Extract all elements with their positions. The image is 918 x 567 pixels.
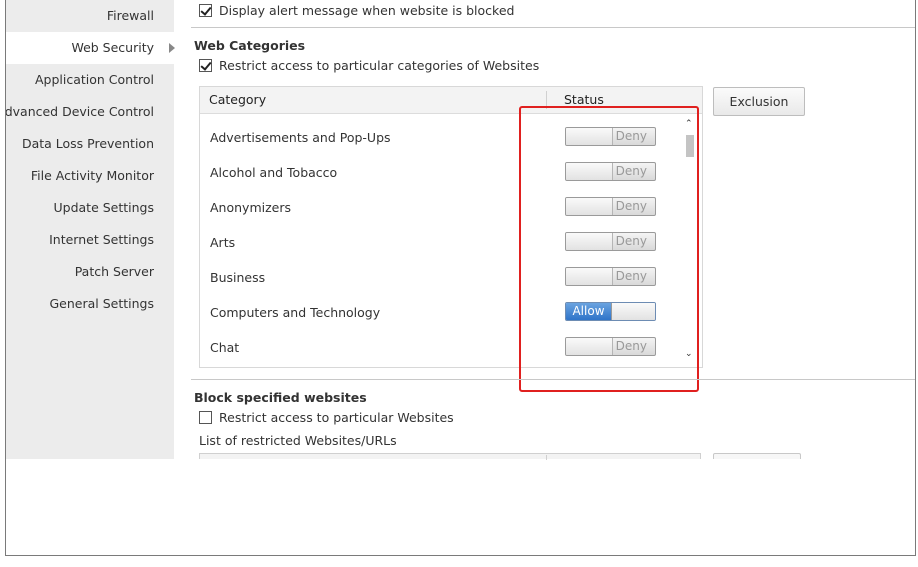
column-header-category: Category bbox=[209, 92, 267, 107]
restrict-categories-checkbox[interactable] bbox=[199, 59, 212, 72]
category-name: Business bbox=[210, 270, 266, 285]
chevron-right-icon bbox=[169, 43, 175, 53]
restrict-websites-label: Restrict access to particular Websites bbox=[219, 410, 454, 425]
restrict-categories-label: Restrict access to particular categories… bbox=[219, 58, 540, 73]
alert-message-checkbox[interactable] bbox=[199, 4, 212, 17]
divider bbox=[191, 379, 915, 380]
category-name: Anonymizers bbox=[210, 200, 291, 215]
sidebar-item-patch-server[interactable]: Patch Server bbox=[75, 256, 154, 288]
checkmark-icon bbox=[200, 4, 212, 16]
exclusion-button[interactable]: Exclusion bbox=[713, 87, 805, 116]
alert-message-label: Display alert message when website is bl… bbox=[219, 3, 515, 18]
restricted-websites-table bbox=[199, 453, 701, 460]
add-website-button[interactable] bbox=[713, 453, 801, 459]
sidebar: Firewall Web Security Application Contro… bbox=[6, 0, 175, 459]
sidebar-item-advanced-device-control[interactable]: Advanced Device Control bbox=[6, 96, 154, 128]
category-name: Advertisements and Pop-Ups bbox=[210, 130, 391, 145]
category-name: Alcohol and Tobacco bbox=[210, 165, 338, 180]
restrict-websites-checkbox[interactable] bbox=[199, 411, 212, 424]
highlight-annotation-box bbox=[519, 106, 699, 392]
sidebar-item-update-settings[interactable]: Update Settings bbox=[53, 192, 154, 224]
sidebar-item-general-settings[interactable]: General Settings bbox=[49, 288, 154, 320]
web-categories-title: Web Categories bbox=[194, 38, 306, 53]
checkmark-icon bbox=[200, 59, 212, 71]
category-name: Arts bbox=[210, 235, 236, 250]
restricted-list-label: List of restricted Websites/URLs bbox=[199, 433, 397, 448]
sidebar-item-data-loss-prevention[interactable]: Data Loss Prevention bbox=[22, 128, 154, 160]
block-websites-title: Block specified websites bbox=[194, 390, 367, 405]
sidebar-item-web-security[interactable]: Web Security bbox=[71, 32, 154, 64]
divider bbox=[191, 27, 915, 28]
sidebar-item-firewall[interactable]: Firewall bbox=[107, 0, 154, 32]
sidebar-item-application-control[interactable]: Application Control bbox=[35, 64, 154, 96]
settings-window: Firewall Web Security Application Contro… bbox=[5, 0, 916, 556]
sidebar-item-internet-settings[interactable]: Internet Settings bbox=[49, 224, 154, 256]
category-name: Computers and Technology bbox=[210, 305, 381, 320]
sidebar-item-file-activity-monitor[interactable]: File Activity Monitor bbox=[31, 160, 154, 192]
column-separator bbox=[546, 455, 547, 460]
category-name: Chat bbox=[210, 340, 240, 355]
